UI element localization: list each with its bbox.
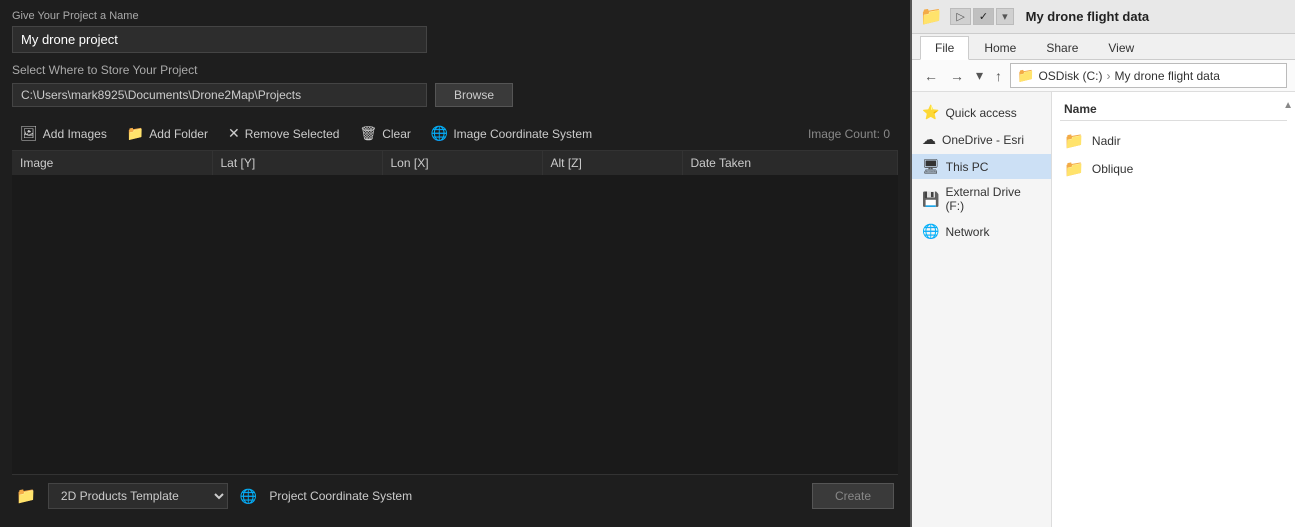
path-input[interactable] xyxy=(12,83,427,107)
coord-system-label: Project Coordinate System xyxy=(269,489,412,503)
add-images-label: Add Images xyxy=(43,127,107,141)
project-name-label: Give Your Project a Name xyxy=(12,10,898,22)
col-lon: Lon [X] xyxy=(382,151,542,175)
nav-item-this-pc[interactable]: 🖥 This PC xyxy=(912,154,1051,179)
remove-selected-button[interactable]: ✕ Remove Selected xyxy=(220,121,347,146)
browse-button[interactable]: Browse xyxy=(435,83,513,107)
title-nav-buttons: ▷ ✓ ▾ xyxy=(950,8,1013,25)
toolbar: 🖼 Add Images 📁 Add Folder ✕ Remove Selec… xyxy=(12,117,898,151)
explorer-body: ⭐ Quick access ☁ OneDrive - Esri🖥 This PC 💾 Ex… xyxy=(912,92,1295,527)
nav-label: This PC xyxy=(946,160,989,174)
table-header-row: Image Lat [Y] Lon [X] Alt [Z] Date Taken xyxy=(12,151,898,175)
left-panel: Give Your Project a Name Select Where to… xyxy=(0,0,910,527)
nav-icon: ☁ xyxy=(922,131,936,148)
clear-icon: 🗑 xyxy=(359,125,377,142)
nav-up-button[interactable]: ↑ xyxy=(991,66,1006,86)
add-folder-label: Add Folder xyxy=(149,127,208,141)
scroll-up-icon: ▲ xyxy=(1283,100,1293,111)
bottom-bar: 📁 2D Products Template3D Products Templa… xyxy=(12,474,898,517)
explorer-nav: ⭐ Quick access ☁ OneDrive - Esri🖥 This PC 💾 Ex… xyxy=(912,92,1052,527)
addr-part-folder: My drone flight data xyxy=(1114,69,1219,83)
explorer-title-folder-icon: 📁 xyxy=(920,6,942,27)
nav-label: OneDrive - Esri xyxy=(942,133,1024,147)
add-images-button[interactable]: 🖼 Add Images xyxy=(12,121,115,146)
file-explorer: 📁 ▷ ✓ ▾ My drone flight data FileHomeSha… xyxy=(910,0,1295,527)
clear-button[interactable]: 🗑 Clear xyxy=(351,121,418,146)
nav-forward-button[interactable]: → xyxy=(946,66,968,86)
file-item[interactable]: 📁 Oblique xyxy=(1060,155,1287,183)
explorer-titlebar: 📁 ▷ ✓ ▾ My drone flight data xyxy=(912,0,1295,34)
image-count: Image Count: 0 xyxy=(808,127,898,141)
path-row: Browse xyxy=(12,83,898,107)
file-list: 📁 Nadir 📁 Oblique xyxy=(1060,127,1287,183)
template-folder-icon: 📁 xyxy=(16,486,36,506)
nav-icon: 💾 xyxy=(922,191,939,208)
nav-item-network[interactable]: 🌐 Network xyxy=(912,219,1051,244)
nav-item-external-drive-f[interactable]: 💾 External Drive (F:) xyxy=(912,181,1051,217)
add-images-icon: 🖼 xyxy=(20,125,38,142)
globe-icon: 🌐 xyxy=(431,125,448,142)
nav-icon: 🌐 xyxy=(922,223,939,240)
explorer-title: My drone flight data xyxy=(1026,9,1150,24)
select-where-label: Select Where to Store Your Project xyxy=(12,63,898,77)
nav-icon: 🖥 xyxy=(922,158,940,175)
nav-item-quick-access[interactable]: ⭐ Quick access xyxy=(912,100,1051,125)
ribbon-tabs: FileHomeShareView xyxy=(912,34,1295,59)
ribbon-tab-view[interactable]: View xyxy=(1093,36,1149,59)
col-date: Date Taken xyxy=(682,151,898,175)
files-header: Name ▲ xyxy=(1060,100,1287,121)
file-folder-icon: 📁 xyxy=(1064,159,1084,179)
col-alt: Alt [Z] xyxy=(542,151,682,175)
image-coordinate-button[interactable]: 🌐 Image Coordinate System xyxy=(423,121,600,146)
col-lat: Lat [Y] xyxy=(212,151,382,175)
image-coordinate-label: Image Coordinate System xyxy=(453,127,592,141)
address-bar: ← → ▾ ↑ 📁 OSDisk (C:) › My drone flight … xyxy=(912,60,1295,92)
explorer-files[interactable]: Name ▲ 📁 Nadir 📁 Oblique xyxy=(1052,92,1295,527)
ribbon-tab-home[interactable]: Home xyxy=(969,36,1031,59)
globe-coord-icon: 🌐 xyxy=(240,488,257,505)
remove-icon: ✕ xyxy=(228,125,240,142)
add-folder-icon: 📁 xyxy=(127,125,144,142)
add-folder-button[interactable]: 📁 Add Folder xyxy=(119,121,216,146)
remove-selected-label: Remove Selected xyxy=(245,127,340,141)
image-table: Image Lat [Y] Lon [X] Alt [Z] Date Taken xyxy=(12,151,898,175)
image-table-container: Image Lat [Y] Lon [X] Alt [Z] Date Taken xyxy=(12,151,898,474)
files-col-name-label: Name xyxy=(1064,102,1097,116)
nav-icon: ⭐ xyxy=(922,104,939,121)
nav-recent-button[interactable]: ▾ xyxy=(972,65,987,86)
addr-part-os: OSDisk (C:) xyxy=(1038,69,1102,83)
file-name: Nadir xyxy=(1092,134,1121,148)
nav-label: External Drive (F:) xyxy=(945,185,1041,213)
create-button[interactable]: Create xyxy=(812,483,894,509)
nav-label: Network xyxy=(945,225,989,239)
addr-sep: › xyxy=(1106,69,1110,83)
title-nav-btn-1[interactable]: ▷ xyxy=(950,8,970,25)
project-coord-system-button[interactable]: Project Coordinate System xyxy=(269,489,412,503)
project-name-input[interactable] xyxy=(12,26,427,53)
ribbon-tab-file[interactable]: File xyxy=(920,36,969,60)
title-nav-btn-2[interactable]: ✓ xyxy=(973,8,994,25)
nav-item-onedrive---esri[interactable]: ☁ OneDrive - Esri xyxy=(912,127,1051,152)
addr-breadcrumb-icon: 📁 xyxy=(1017,67,1034,84)
title-nav-btn-dropdown[interactable]: ▾ xyxy=(996,8,1014,25)
nav-label: Quick access xyxy=(945,106,1016,120)
clear-label: Clear xyxy=(382,127,411,141)
nav-back-button[interactable]: ← xyxy=(920,66,942,86)
ribbon: FileHomeShareView xyxy=(912,34,1295,60)
file-item[interactable]: 📁 Nadir xyxy=(1060,127,1287,155)
file-folder-icon: 📁 xyxy=(1064,131,1084,151)
col-image: Image xyxy=(12,151,212,175)
template-select[interactable]: 2D Products Template3D Products Template xyxy=(48,483,228,509)
ribbon-tab-share[interactable]: Share xyxy=(1031,36,1093,59)
address-path[interactable]: 📁 OSDisk (C:) › My drone flight data xyxy=(1010,63,1287,88)
file-name: Oblique xyxy=(1092,162,1133,176)
